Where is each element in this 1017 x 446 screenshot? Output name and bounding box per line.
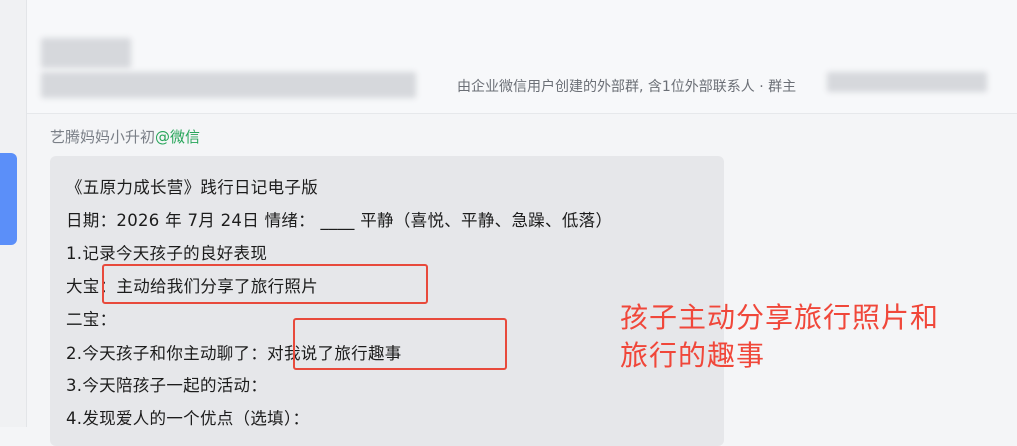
annotation-line-1: 孩子主动分享旅行照片和 — [620, 301, 940, 334]
annotation-line-2: 旅行的趣事 — [620, 339, 766, 372]
sender-source-label: @微信 — [155, 128, 201, 146]
chat-header: 由企业微信用户创建的外部群, 含1位外部联系人 · 群主 — [27, 0, 1017, 114]
sender-name[interactable]: 艺腾妈妈小升初 — [50, 128, 155, 146]
message-line-date: 日期：2026 年 7月 24日 情绪： ____ 平静（喜悦、平静、急躁、低落… — [66, 211, 613, 230]
message-line-item-4: 4.发现爱人的一个优点（选填）： — [66, 409, 310, 428]
group-owner-blurred — [827, 72, 987, 92]
group-name-blurred — [41, 72, 416, 98]
highlight-box-story — [293, 318, 507, 370]
message-line-item-3: 3.今天陪孩子一起的活动： — [66, 376, 268, 395]
message-line-second-child: 二宝： — [66, 310, 117, 329]
group-description: 由企业微信用户创建的外部群, 含1位外部联系人 · 群主 — [457, 79, 797, 95]
message-sender: 艺腾妈妈小升初@微信 — [50, 126, 200, 147]
message-line-item-1: 1.记录今天孩子的良好表现 — [66, 244, 268, 263]
message-line-title: 《五原力成长营》践行日记电子版 — [66, 178, 318, 197]
group-avatar-blurred — [41, 38, 131, 68]
sidebar-active-tab[interactable] — [0, 153, 17, 245]
highlight-box-photos — [102, 264, 428, 304]
